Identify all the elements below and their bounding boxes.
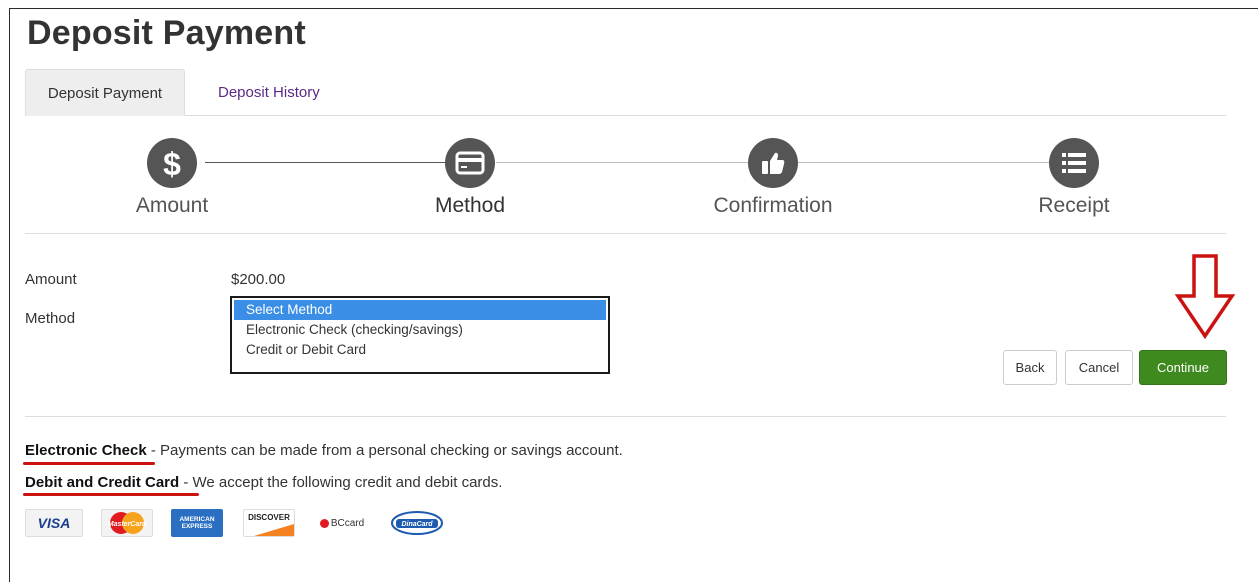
- method-select-list[interactable]: Select Method Electronic Check (checking…: [230, 296, 610, 374]
- method-option-card[interactable]: Credit or Debit Card: [232, 340, 608, 360]
- echeck-title: Electronic Check: [25, 442, 147, 459]
- method-label: Method: [25, 310, 76, 327]
- method-option-echeck[interactable]: Electronic Check (checking/savings): [232, 320, 608, 340]
- card-title: Debit and Credit Card: [25, 474, 180, 491]
- echeck-info: Electronic Check - Payments can be made …: [25, 442, 623, 459]
- tab-bar: Deposit Payment Deposit History: [25, 69, 1226, 116]
- svg-text:$: $: [163, 146, 181, 180]
- step-label-receipt: Receipt: [1038, 194, 1110, 217]
- list-icon: [1049, 138, 1099, 188]
- continue-button[interactable]: Continue: [1139, 350, 1227, 385]
- step-connector: [797, 162, 1049, 163]
- card-underline-annotation: [23, 493, 199, 496]
- mastercard-icon: MasterCard: [101, 509, 153, 537]
- tab-deposit-payment[interactable]: Deposit Payment: [25, 69, 185, 116]
- card-info: Debit and Credit Card - We accept the fo…: [25, 474, 502, 491]
- amount-value: $200.00: [231, 271, 286, 288]
- section-divider: [25, 416, 1226, 417]
- step-label-method: Method: [434, 194, 506, 217]
- progress-steps: $ Amount Method Confirmation Receipt: [25, 130, 1226, 234]
- credit-card-icon: [445, 138, 495, 188]
- discover-text: DISCOVER: [248, 513, 290, 522]
- back-button[interactable]: Back: [1003, 350, 1057, 385]
- visa-icon: VISA: [25, 509, 83, 537]
- step-connector: [496, 162, 748, 163]
- method-option-select[interactable]: Select Method: [234, 300, 606, 320]
- echeck-underline-annotation: [23, 462, 155, 465]
- amex-icon: AMERICAN EXPRESS: [171, 509, 223, 537]
- step-label-amount: Amount: [135, 194, 209, 217]
- amount-label: Amount: [25, 271, 77, 288]
- dinacard-text: DinaCard: [401, 521, 433, 528]
- step-label-confirmation: Confirmation: [713, 194, 833, 217]
- card-text: - We accept the following credit and deb…: [179, 474, 503, 491]
- mastercard-text: MasterCard: [108, 521, 147, 528]
- page-title: Deposit Payment: [27, 14, 306, 52]
- cancel-button[interactable]: Cancel: [1065, 350, 1133, 385]
- discover-icon: DISCOVER: [243, 509, 295, 537]
- tab-deposit-history[interactable]: Deposit History: [202, 69, 336, 116]
- thumbs-up-icon: [748, 138, 798, 188]
- bccard-icon: BCcard: [315, 509, 369, 537]
- bccard-text: BCcard: [330, 517, 365, 529]
- echeck-text: - Payments can be made from a personal c…: [146, 442, 623, 459]
- step-connector: [205, 162, 445, 163]
- dinacard-icon: DinaCard: [389, 509, 445, 537]
- bccard-dot-icon: [319, 518, 329, 528]
- down-arrow-annotation-icon: [1174, 254, 1236, 340]
- dollar-icon: $: [147, 138, 197, 188]
